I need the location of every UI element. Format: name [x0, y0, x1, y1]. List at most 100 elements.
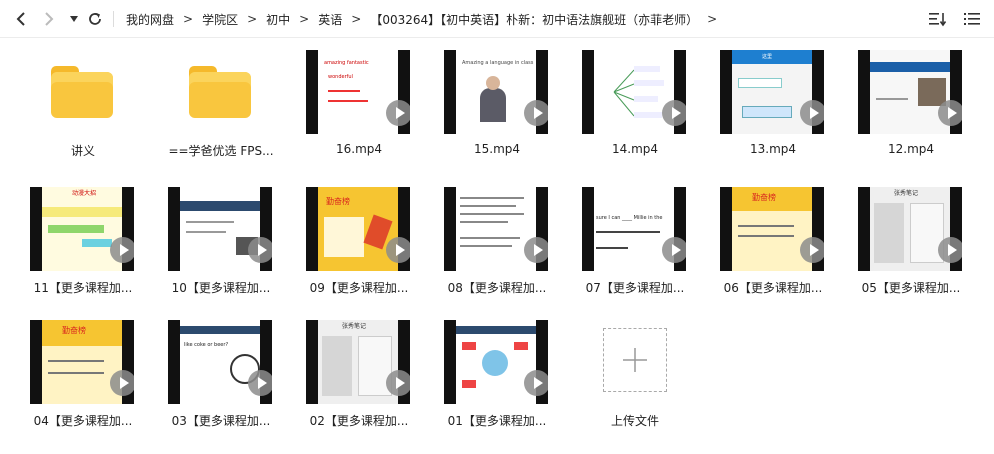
breadcrumb-separator-icon: > — [351, 12, 362, 26]
thumb-caption: amazing fantastic — [324, 60, 369, 66]
video-thumbnail — [444, 187, 548, 271]
chevron-left-icon — [16, 12, 25, 26]
thumb-caption: like coke or beer? — [184, 342, 229, 348]
file-name: 15.mp4 — [473, 142, 521, 156]
toolbar-divider — [113, 11, 114, 27]
sort-icon — [929, 13, 947, 27]
thumb-caption: Amazing a language in class — [462, 60, 534, 66]
file-name: 05【更多课程加... — [861, 281, 961, 295]
video-item[interactable]: 张秀笔记 05【更多课程加... — [842, 183, 980, 309]
breadcrumb-separator-icon: > — [183, 12, 194, 26]
file-name: ==学爸优选 FPS... — [168, 144, 274, 158]
video-thumbnail: 勤奋榜 — [306, 187, 410, 271]
play-icon — [386, 237, 410, 263]
breadcrumb-current[interactable]: 【003264】【初中英语】朴新：初中语法旗舰班（亦菲老师） — [370, 11, 698, 28]
breadcrumb-item[interactable]: 英语 — [318, 11, 342, 28]
video-item[interactable]: 14.mp4 — [566, 46, 704, 172]
video-item[interactable]: 10【更多课程加... — [152, 183, 290, 309]
breadcrumb-expand-icon[interactable]: > — [707, 12, 717, 26]
video-thumbnail: amazing fantastic wonderful — [306, 50, 410, 134]
chevron-right-icon — [45, 12, 54, 26]
video-item[interactable]: 12.mp4 — [842, 46, 980, 172]
history-dropdown-button[interactable] — [63, 8, 85, 30]
file-name: 14.mp4 — [611, 142, 659, 156]
video-thumbnail: 张秀笔记 — [858, 187, 962, 271]
video-item[interactable]: 勤奋榜 06【更多课程加... — [704, 183, 842, 309]
upload-label: 上传文件 — [610, 414, 659, 428]
play-icon — [662, 237, 686, 263]
play-icon — [800, 100, 824, 126]
breadcrumb-item[interactable]: 我的网盘 — [126, 11, 174, 28]
thumb-caption: 勤奋榜 — [326, 197, 350, 206]
list-view-icon — [964, 13, 980, 25]
video-thumbnail — [168, 187, 272, 271]
video-item[interactable]: like coke or beer? 03【更多课程加... — [152, 316, 290, 442]
file-name: 10【更多课程加... — [171, 281, 271, 295]
play-icon — [800, 237, 824, 263]
refresh-icon — [89, 13, 101, 25]
mindmap-graphic — [613, 66, 664, 118]
video-item[interactable]: 这里 13.mp4 — [704, 46, 842, 172]
file-name: 04【更多课程加... — [33, 414, 133, 428]
forward-button[interactable] — [38, 8, 60, 30]
file-name: 讲义 — [70, 144, 95, 158]
file-name: 03【更多课程加... — [171, 414, 271, 428]
video-item[interactable]: sure I can ____ Millie in the 07【更多课程加..… — [566, 183, 704, 309]
thumb-caption: wonderful — [328, 74, 353, 80]
video-thumbnail: 勤奋榜 — [30, 320, 134, 404]
play-icon — [524, 370, 548, 396]
thumb-caption: 动漫大招 — [72, 190, 97, 197]
folder-icon — [51, 66, 113, 118]
thumb-caption: 勤奋榜 — [62, 326, 86, 335]
file-name: 02【更多课程加... — [309, 414, 409, 428]
play-icon — [248, 237, 272, 263]
video-thumbnail: 张秀笔记 — [306, 320, 410, 404]
play-icon — [662, 100, 686, 126]
folder-icon — [189, 66, 251, 118]
video-item[interactable]: 01【更多课程加... — [428, 316, 566, 442]
video-thumbnail: 动漫大招 — [30, 187, 134, 271]
upload-box[interactable] — [603, 328, 667, 392]
file-name: 09【更多课程加... — [309, 281, 409, 295]
top-toolbar: 我的网盘 > 学院区 > 初中 > 英语 > 【003264】【初中英语】朴新：… — [0, 0, 994, 38]
refresh-button[interactable] — [84, 8, 106, 30]
folder-item[interactable]: 讲义 — [14, 46, 152, 172]
video-thumbnail — [582, 50, 686, 134]
breadcrumb-item[interactable]: 学院区 — [202, 11, 238, 28]
video-thumbnail: like coke or beer? — [168, 320, 272, 404]
play-icon — [110, 237, 134, 263]
play-icon — [386, 100, 410, 126]
sort-button[interactable] — [928, 9, 948, 29]
file-name: 13.mp4 — [749, 142, 797, 156]
view-mode-button[interactable] — [962, 9, 982, 29]
back-button[interactable] — [10, 8, 32, 30]
video-item[interactable]: 动漫大招 11【更多课程加... — [14, 183, 152, 309]
file-name: 16.mp4 — [335, 142, 383, 156]
file-name: 07【更多课程加... — [585, 281, 685, 295]
video-item[interactable]: 张秀笔记 02【更多课程加... — [290, 316, 428, 442]
file-name: 06【更多课程加... — [723, 281, 823, 295]
play-icon — [524, 100, 548, 126]
thumb-caption: sure I can ____ Millie in the — [596, 215, 663, 221]
video-item[interactable]: Amazing a language in class 15.mp4 — [428, 46, 566, 172]
video-item[interactable]: 08【更多课程加... — [428, 183, 566, 309]
breadcrumb-separator-icon: > — [299, 12, 310, 26]
breadcrumb-item[interactable]: 初中 — [266, 11, 290, 28]
upload-button[interactable]: 上传文件 — [566, 316, 704, 442]
breadcrumb: 我的网盘 > 学院区 > 初中 > 英语 > 【003264】【初中英语】朴新：… — [126, 0, 726, 38]
play-icon — [386, 370, 410, 396]
video-item[interactable]: 勤奋榜 04【更多课程加... — [14, 316, 152, 442]
video-item[interactable]: 勤奋榜 09【更多课程加... — [290, 183, 428, 309]
video-thumbnail — [444, 320, 548, 404]
breadcrumb-separator-icon: > — [247, 12, 258, 26]
file-name: 12.mp4 — [887, 142, 935, 156]
file-name: 11【更多课程加... — [33, 281, 133, 295]
folder-item[interactable]: ==学爸优选 FPS... — [152, 46, 290, 172]
thumb-caption: 勤奋榜 — [752, 193, 776, 202]
play-icon — [938, 100, 962, 126]
video-item[interactable]: amazing fantastic wonderful 16.mp4 — [290, 46, 428, 172]
thumb-caption: 这里 — [762, 54, 773, 60]
play-icon — [110, 370, 134, 396]
play-icon — [248, 370, 272, 396]
video-thumbnail — [858, 50, 962, 134]
